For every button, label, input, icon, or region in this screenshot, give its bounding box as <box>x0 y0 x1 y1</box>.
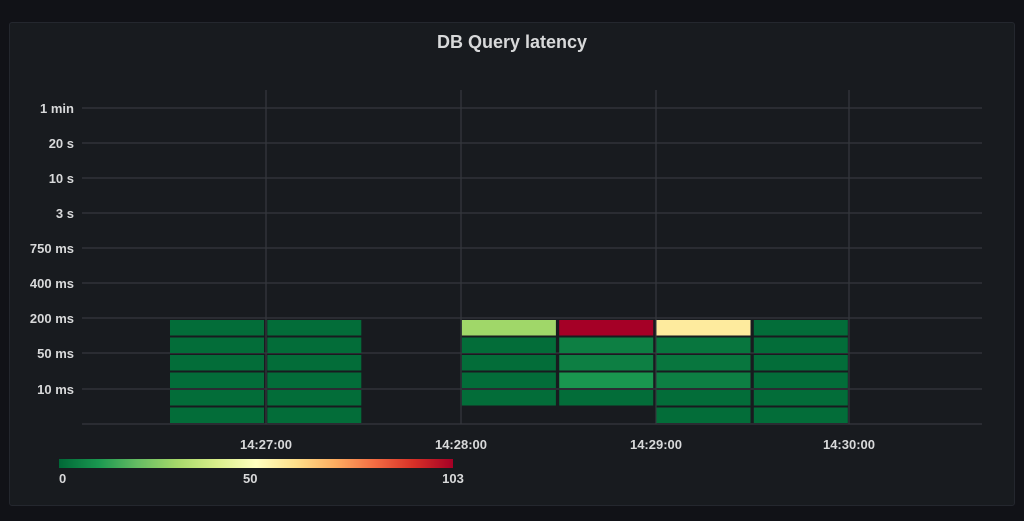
heatmap-cell[interactable] <box>559 355 654 371</box>
heatmap-chart: 1 min 20 s 10 s 3 s 750 ms 400 ms 200 ms 50 ms 1… <box>30 90 982 486</box>
y-tick-label: 750 ms <box>30 241 74 256</box>
heatmap-cell[interactable] <box>656 337 751 354</box>
legend-tick-label: 103 <box>442 471 464 486</box>
heatmap-cell[interactable] <box>267 390 362 406</box>
y-tick-label: 400 ms <box>30 276 74 291</box>
legend-tick-label: 50 <box>243 471 257 486</box>
heatmap-cell[interactable] <box>267 355 362 371</box>
heatmap-cell[interactable] <box>656 320 751 336</box>
heatmap-cell[interactable] <box>461 337 556 354</box>
heatmap-cell[interactable] <box>170 355 264 371</box>
heatmap-cell[interactable] <box>170 372 264 389</box>
legend-tick-label: 0 <box>59 471 66 486</box>
heatmap-cell[interactable] <box>753 337 848 354</box>
heatmap-cell[interactable] <box>753 390 848 406</box>
heatmap-cell[interactable] <box>656 390 751 406</box>
heatmap-cell[interactable] <box>656 372 751 389</box>
y-tick-label: 10 s <box>49 171 74 186</box>
x-tick-label: 14:30:00 <box>823 437 875 452</box>
heatmap-cell[interactable] <box>753 372 848 389</box>
heatmap-cell[interactable] <box>753 320 848 336</box>
x-tick-label: 14:28:00 <box>435 437 487 452</box>
heatmap-cell[interactable] <box>656 407 751 424</box>
heatmap-cell[interactable] <box>461 372 556 389</box>
heatmap-cell[interactable] <box>170 407 264 424</box>
heatmap-cell[interactable] <box>559 390 654 406</box>
heatmap-cell[interactable] <box>559 337 654 354</box>
heatmap-cell[interactable] <box>267 372 362 389</box>
x-tick-label: 14:27:00 <box>240 437 292 452</box>
heatmap-cell[interactable] <box>170 337 264 354</box>
heatmap-cell[interactable] <box>656 355 751 371</box>
y-tick-label: 200 ms <box>30 311 74 326</box>
heatmap-cell[interactable] <box>267 337 362 354</box>
heatmap-cell[interactable] <box>267 407 362 424</box>
heatmap-cell[interactable] <box>461 390 556 406</box>
y-tick-label: 10 ms <box>37 382 74 397</box>
heatmap-cell[interactable] <box>170 320 264 336</box>
heatmap-cell[interactable] <box>559 372 654 389</box>
heatmap-cell[interactable] <box>559 320 654 336</box>
heatmap-cell[interactable] <box>267 320 362 336</box>
x-tick-label: 14:29:00 <box>630 437 682 452</box>
heatmap-cell[interactable] <box>170 390 264 406</box>
y-tick-label: 3 s <box>56 206 74 221</box>
heatmap-cell[interactable] <box>753 407 848 424</box>
heatmap-cell[interactable] <box>461 320 556 336</box>
y-tick-label: 1 min <box>40 101 74 116</box>
heatmap-cell[interactable] <box>461 355 556 371</box>
heatmap-cell[interactable] <box>753 355 848 371</box>
y-tick-label: 50 ms <box>37 346 74 361</box>
y-tick-label: 20 s <box>49 136 74 151</box>
color-scale-bar <box>59 459 453 468</box>
